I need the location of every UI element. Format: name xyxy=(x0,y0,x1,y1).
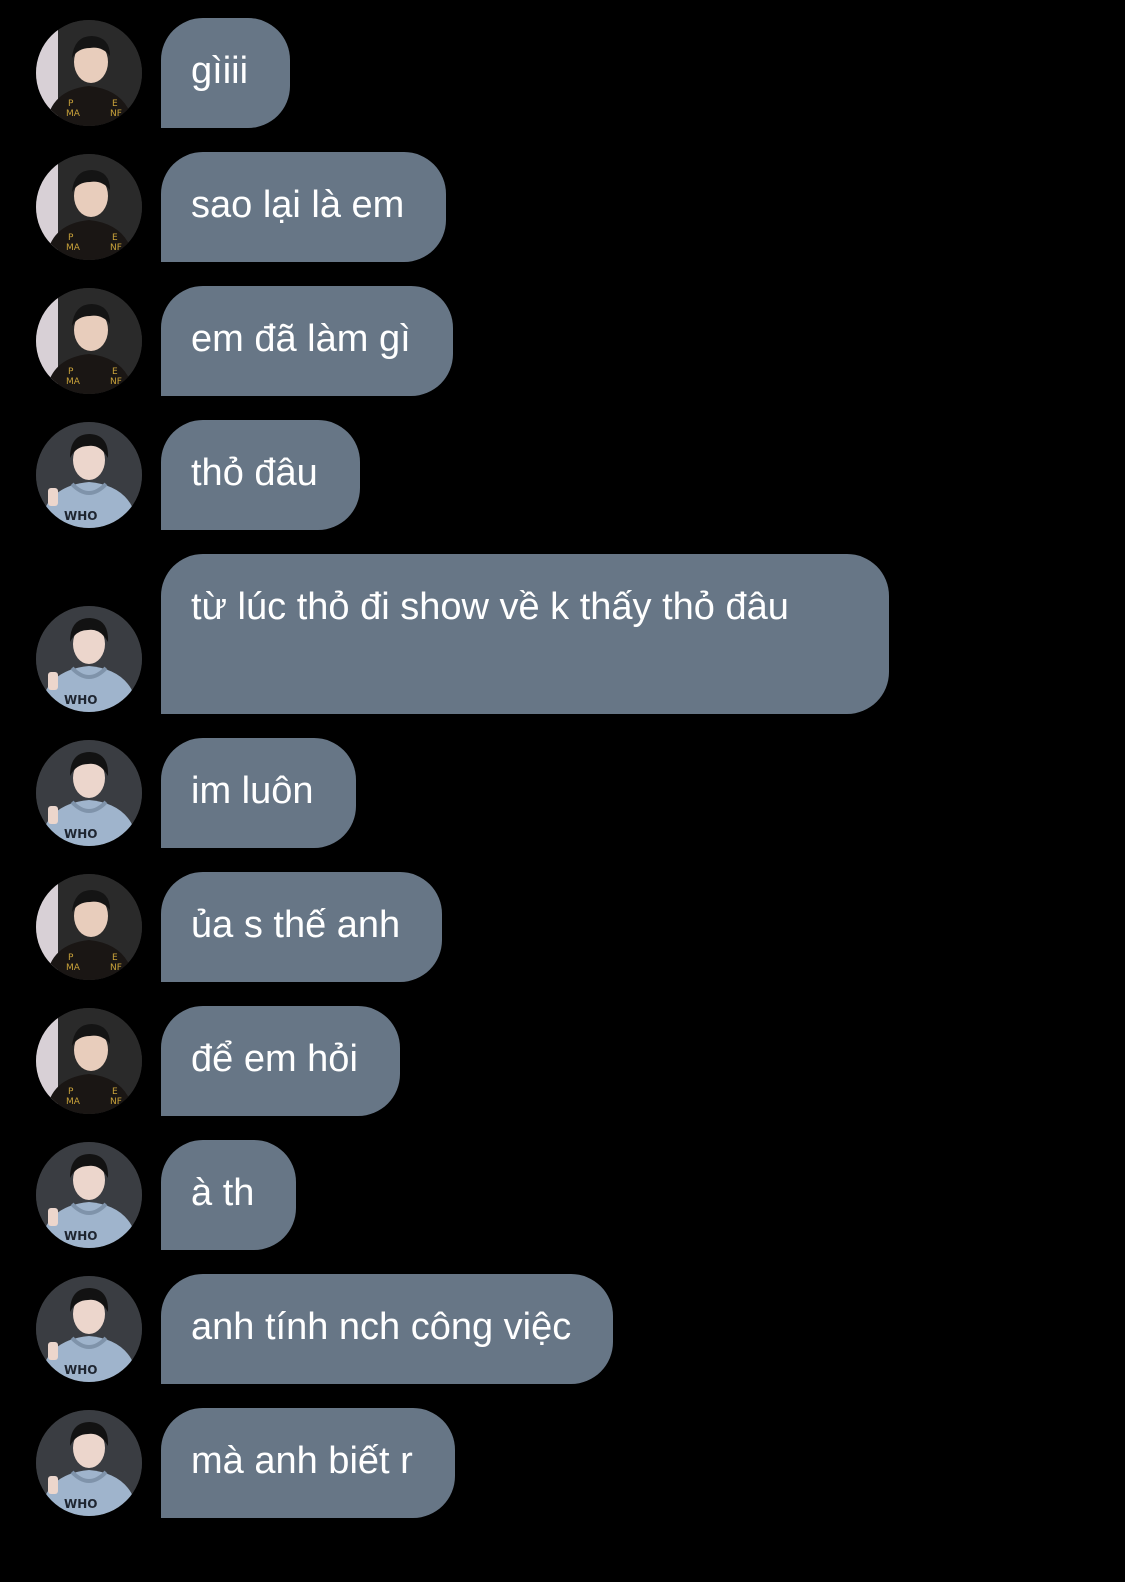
svg-text:E: E xyxy=(112,1087,118,1097)
svg-text:E: E xyxy=(112,367,118,377)
avatar-dark-hoodie-icon: P MA E NF xyxy=(36,874,142,980)
avatar[interactable]: P MA E NF xyxy=(36,154,142,260)
message-text: à th xyxy=(191,1172,255,1214)
svg-text:WHO: WHO xyxy=(64,509,97,523)
avatar-blue-hoodie-icon: WHO xyxy=(36,1142,142,1248)
avatar-blue-hoodie-icon: WHO xyxy=(36,740,142,846)
svg-text:MA: MA xyxy=(66,243,81,253)
chat-thread: P MA E NF gìiii P MA E NF sao lại là em … xyxy=(0,0,1125,1582)
avatar[interactable]: P MA E NF xyxy=(36,1008,142,1114)
svg-text:WHO: WHO xyxy=(64,1497,97,1511)
message-bubble[interactable]: im luôn xyxy=(161,738,356,848)
message-row: P MA E NF để em hỏi xyxy=(0,1006,1125,1116)
message-row: WHO anh tính nch công việc xyxy=(0,1274,1125,1384)
message-bubble[interactable]: em đã làm gì xyxy=(161,286,453,396)
avatar-dark-hoodie-icon: P MA E NF xyxy=(36,154,142,260)
message-row: P MA E NF sao lại là em xyxy=(0,152,1125,262)
message-text: im luôn xyxy=(191,770,314,812)
message-row: WHO mà anh biết r xyxy=(0,1408,1125,1518)
avatar-blue-hoodie-icon: WHO xyxy=(36,1276,142,1382)
avatar[interactable]: WHO xyxy=(36,606,142,712)
avatar[interactable]: P MA E NF xyxy=(36,874,142,980)
svg-text:MA: MA xyxy=(66,109,81,119)
message-row: P MA E NF gìiii xyxy=(0,18,1125,128)
avatar-dark-hoodie-icon: P MA E NF xyxy=(36,1008,142,1114)
avatar[interactable]: WHO xyxy=(36,1142,142,1248)
message-bubble[interactable]: anh tính nch công việc xyxy=(161,1274,614,1384)
svg-text:P: P xyxy=(68,367,74,377)
svg-text:NF: NF xyxy=(110,377,122,387)
message-row: WHO im luôn xyxy=(0,738,1125,848)
avatar-blue-hoodie-icon: WHO xyxy=(36,606,142,712)
svg-text:NF: NF xyxy=(110,243,122,253)
avatar[interactable]: WHO xyxy=(36,422,142,528)
message-text: để em hỏi xyxy=(191,1038,358,1080)
message-bubble[interactable]: thỏ đâu xyxy=(161,420,360,530)
svg-text:E: E xyxy=(112,99,118,109)
avatar[interactable]: P MA E NF xyxy=(36,288,142,394)
svg-text:WHO: WHO xyxy=(64,827,97,841)
svg-text:NF: NF xyxy=(110,109,122,119)
avatar[interactable]: WHO xyxy=(36,740,142,846)
message-text: ủa s thế anh xyxy=(191,904,401,946)
message-row: WHO à th xyxy=(0,1140,1125,1250)
svg-text:P: P xyxy=(68,233,74,243)
avatar-dark-hoodie-icon: P MA E NF xyxy=(36,288,142,394)
svg-text:WHO: WHO xyxy=(64,693,97,707)
svg-text:E: E xyxy=(112,233,118,243)
svg-text:MA: MA xyxy=(66,963,81,973)
message-bubble[interactable]: à th xyxy=(161,1140,297,1250)
avatar-dark-hoodie-icon: P MA E NF xyxy=(36,20,142,126)
svg-text:MA: MA xyxy=(66,1097,81,1107)
svg-text:WHO: WHO xyxy=(64,1229,97,1243)
avatar[interactable]: P MA E NF xyxy=(36,20,142,126)
avatar-blue-hoodie-icon: WHO xyxy=(36,422,142,528)
message-bubble[interactable]: từ lúc thỏ đi show về k thấy thỏ đâu xyxy=(161,554,889,714)
message-row: WHO thỏ đâu xyxy=(0,420,1125,530)
message-text: sao lại là em xyxy=(191,184,405,226)
message-text: em đã làm gì xyxy=(191,318,411,360)
avatar[interactable]: WHO xyxy=(36,1410,142,1516)
message-text: thỏ đâu xyxy=(191,452,318,494)
svg-text:P: P xyxy=(68,1087,74,1097)
message-bubble[interactable]: ủa s thế anh xyxy=(161,872,443,982)
message-text: gìiii xyxy=(191,50,249,92)
message-row: WHO từ lúc thỏ đi show về k thấy thỏ đâu xyxy=(0,554,1125,714)
message-text: từ lúc thỏ đi show về k thấy thỏ đâu xyxy=(191,586,789,628)
svg-text:WHO: WHO xyxy=(64,1363,97,1377)
message-row: P MA E NF em đã làm gì xyxy=(0,286,1125,396)
svg-text:P: P xyxy=(68,953,74,963)
avatar[interactable]: WHO xyxy=(36,1276,142,1382)
avatar-blue-hoodie-icon: WHO xyxy=(36,1410,142,1516)
message-text: anh tính nch công việc xyxy=(191,1306,572,1348)
svg-text:MA: MA xyxy=(66,377,81,387)
message-bubble[interactable]: mà anh biết r xyxy=(161,1408,455,1518)
svg-text:E: E xyxy=(112,953,118,963)
svg-text:NF: NF xyxy=(110,963,122,973)
message-bubble[interactable]: để em hỏi xyxy=(161,1006,400,1116)
message-bubble[interactable]: gìiii xyxy=(161,18,291,128)
svg-text:NF: NF xyxy=(110,1097,122,1107)
message-row: P MA E NF ủa s thế anh xyxy=(0,872,1125,982)
message-bubble[interactable]: sao lại là em xyxy=(161,152,447,262)
svg-text:P: P xyxy=(68,99,74,109)
message-text: mà anh biết r xyxy=(191,1440,413,1482)
